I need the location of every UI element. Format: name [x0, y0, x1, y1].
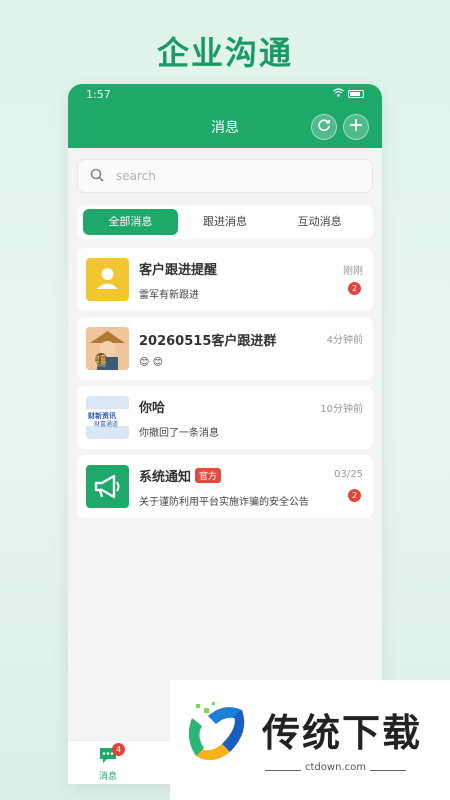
plus-icon	[349, 117, 363, 137]
message-time: 4分钟前	[326, 335, 363, 346]
phone-screen: 1:57 消息 search 全部消息 跟进消息 互动消息 客户跟进提醒 雷军有…	[68, 84, 382, 784]
avatar	[86, 258, 129, 301]
megaphone-icon	[94, 474, 120, 499]
avatar: 财新资讯 财富通道	[86, 396, 129, 439]
avatar: 财富连理	[86, 327, 129, 370]
wifi-icon	[333, 88, 344, 100]
nav-label: 消息	[98, 772, 117, 782]
refresh-button[interactable]	[311, 114, 337, 140]
message-time: 10分钟前	[320, 404, 363, 415]
list-item[interactable]: 财富连理 20260515客户跟进群 😊 😊 4分钟前	[77, 317, 373, 380]
unread-badge: 2	[348, 489, 361, 502]
watermark-url: ctdown.com	[305, 762, 366, 773]
watermark-title: 传统下载	[262, 711, 423, 755]
search-placeholder: search	[116, 169, 156, 183]
contact-name: 客户跟进提醒	[139, 262, 218, 278]
tab-follow-up[interactable]: 跟进消息	[178, 209, 273, 235]
message-time: 03/25	[334, 469, 363, 480]
nav-messages[interactable]: 4 消息	[94, 743, 125, 782]
status-time: 1:57	[86, 87, 111, 101]
contact-name-text: 系统通知	[139, 469, 192, 485]
status-bar: 1:57	[68, 84, 382, 104]
tab-interaction[interactable]: 互动消息	[272, 209, 367, 235]
search-input[interactable]: search	[77, 159, 373, 193]
message-preview: 雷军有新跟进	[139, 289, 199, 301]
user-icon	[97, 268, 118, 289]
watermark-divider	[265, 770, 301, 771]
promo-title: 企业沟通	[156, 34, 293, 72]
message-preview: 关于谨防利用平台实施诈骗的安全公告	[139, 496, 309, 508]
official-tag: 官方	[195, 467, 222, 483]
header-bar: 1:57 消息	[68, 84, 382, 148]
watermark-overlay: 传统下载 ctdown.com	[170, 680, 450, 800]
battery-icon	[348, 90, 364, 98]
search-icon	[90, 167, 104, 186]
message-list: 客户跟进提醒 雷军有新跟进 刚刚 2 财富连理 20260515客户跟进群 😊	[77, 248, 373, 524]
refresh-icon	[317, 117, 331, 137]
nav-unread-badge: 4	[112, 743, 125, 756]
avatar-text: 财富通道	[94, 421, 119, 428]
message-preview: 😊 😊	[139, 356, 164, 368]
message-preview: 你撤回了一条消息	[139, 427, 219, 439]
ctdown-logo-icon	[182, 698, 252, 772]
list-item[interactable]: 系统通知 官方 关于谨防利用平台实施诈骗的安全公告 03/25 2	[77, 455, 373, 518]
tab-all[interactable]: 全部消息	[83, 209, 178, 235]
message-time: 刚刚	[343, 266, 363, 277]
add-button[interactable]	[343, 114, 369, 140]
status-icons	[333, 88, 364, 100]
list-item[interactable]: 客户跟进提醒 雷军有新跟进 刚刚 2	[77, 248, 373, 311]
avatar-text: 财富连理	[94, 355, 107, 368]
watermark-divider	[370, 770, 406, 771]
message-tabs: 全部消息 跟进消息 互动消息	[77, 205, 373, 239]
list-item[interactable]: 财新资讯 财富通道 你哈 你撤回了一条消息 10分钟前	[77, 386, 373, 449]
avatar	[86, 465, 129, 508]
unread-badge: 2	[348, 282, 361, 295]
